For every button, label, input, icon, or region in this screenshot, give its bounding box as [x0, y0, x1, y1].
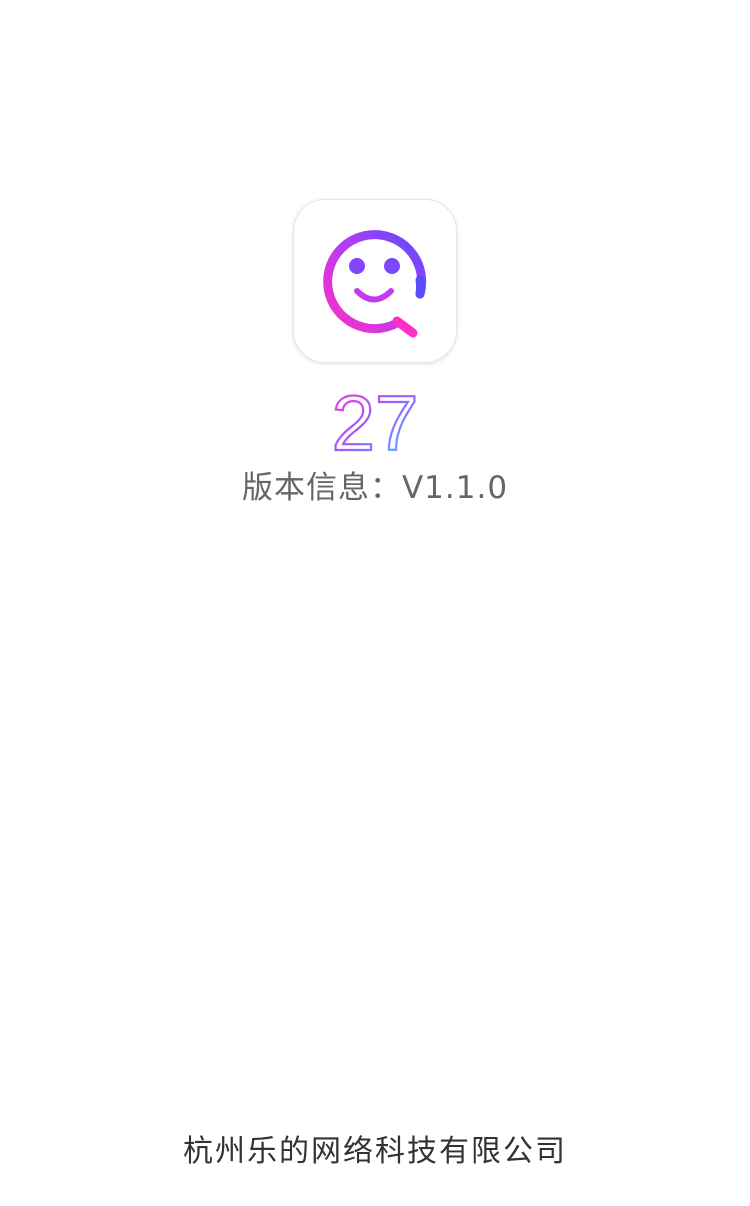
company-name: 杭州乐的网络科技有限公司 — [183, 1134, 567, 1169]
app-name-gradient-text: 27 — [331, 378, 420, 468]
app-logo-icon — [293, 199, 457, 363]
app-name: 27 — [0, 378, 750, 468]
smiley-search-logo-icon — [323, 230, 427, 338]
app-name-text: 27 — [332, 382, 419, 462]
version-info: 版本信息：V1.1.0 — [241, 470, 509, 506]
